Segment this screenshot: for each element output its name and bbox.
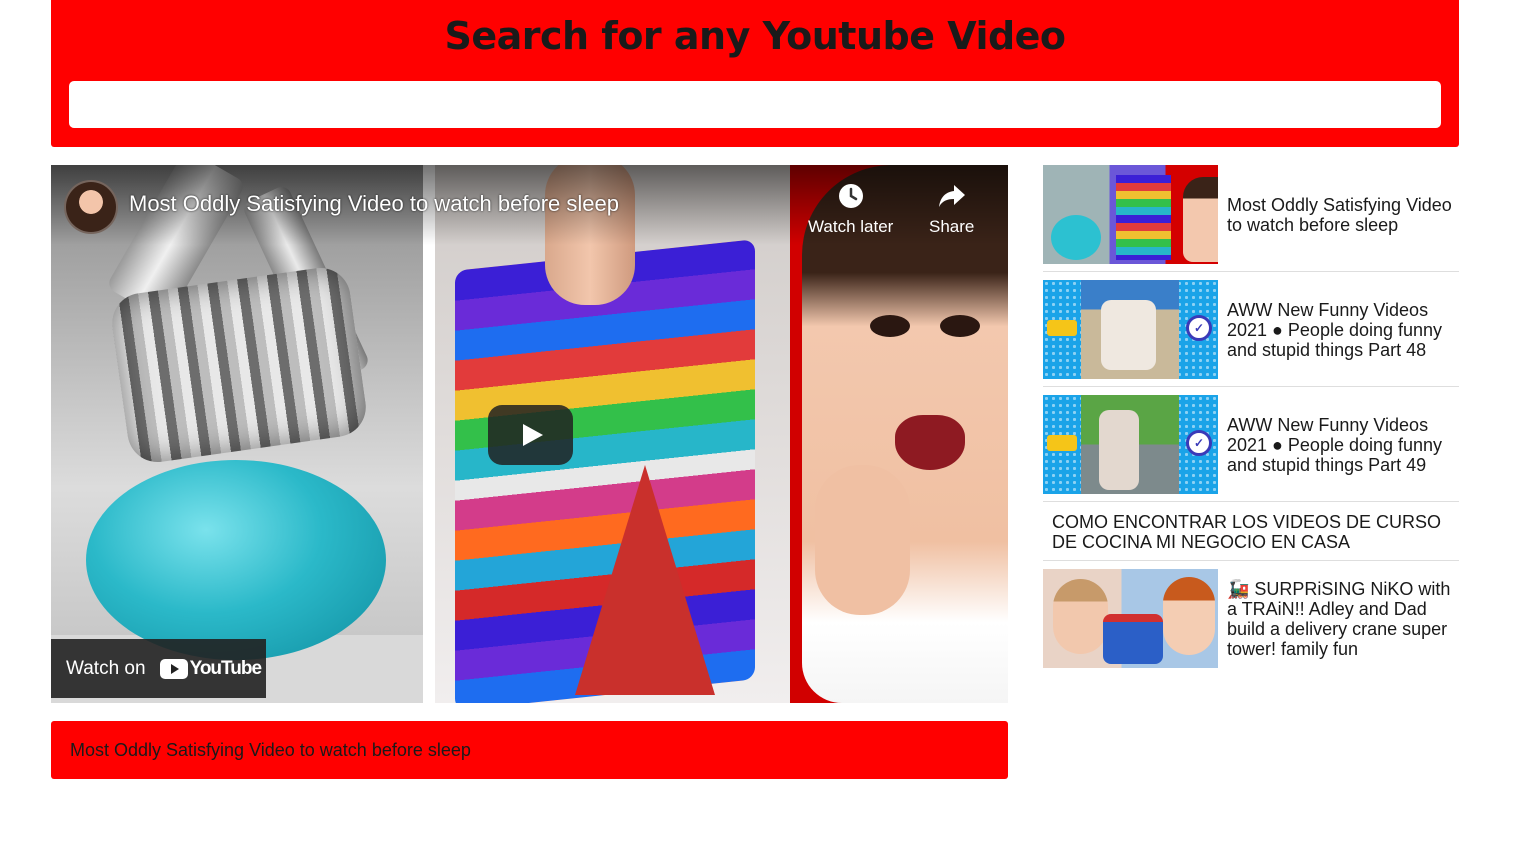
result-title[interactable]: AWW New Funny Videos 2021 ● People doing… xyxy=(1218,300,1459,360)
result-title[interactable]: 🚂 SURPRiSING NiKO with a TRAiN!! Adley a… xyxy=(1218,579,1459,659)
watch-later-button[interactable]: Watch later xyxy=(808,181,893,237)
result-title[interactable]: COMO ENCONTRAR LOS VIDEOS DE CURSO DE CO… xyxy=(1052,512,1459,552)
result-thumbnail[interactable] xyxy=(1043,165,1218,264)
result-item[interactable]: ✓ AWW New Funny Videos 2021 ● People doi… xyxy=(1043,280,1459,387)
slime-blob-graphic xyxy=(86,460,386,660)
page-title: Search for any Youtube Video xyxy=(444,14,1066,58)
thumbnail-panel-face xyxy=(790,165,1008,703)
panel-divider xyxy=(423,165,435,703)
results-list: Most Oddly Satisfying Video to watch bef… xyxy=(1043,165,1459,683)
eye-graphic xyxy=(940,315,980,337)
search-input[interactable] xyxy=(69,81,1441,128)
share-label: Share xyxy=(929,217,975,236)
share-button[interactable]: Share xyxy=(929,181,974,237)
result-title[interactable]: Most Oddly Satisfying Video to watch bef… xyxy=(1218,195,1459,235)
channel-avatar[interactable] xyxy=(64,180,118,234)
play-button[interactable] xyxy=(488,405,573,465)
result-item[interactable]: COMO ENCONTRAR LOS VIDEOS DE CURSO DE CO… xyxy=(1043,510,1459,561)
result-item[interactable]: ✓ AWW New Funny Videos 2021 ● People doi… xyxy=(1043,395,1459,502)
verified-check-icon: ✓ xyxy=(1186,315,1212,341)
mouth-graphic xyxy=(895,415,965,470)
result-item[interactable]: Most Oddly Satisfying Video to watch bef… xyxy=(1043,165,1459,272)
thumbnail-panel-roller xyxy=(51,165,423,703)
video-caption-bar: Most Oddly Satisfying Video to watch bef… xyxy=(51,721,1008,779)
spiked-roller-graphic xyxy=(108,264,370,466)
video-player[interactable]: Most Oddly Satisfying Video to watch bef… xyxy=(51,165,1008,703)
result-thumbnail[interactable]: ✓ xyxy=(1043,280,1218,379)
result-item[interactable]: 🚂 SURPRiSING NiKO with a TRAiN!! Adley a… xyxy=(1043,569,1459,675)
eye-graphic xyxy=(870,315,910,337)
watch-on-youtube-button[interactable]: Watch on YouTube xyxy=(51,639,266,698)
youtube-wordmark: YouTube xyxy=(189,657,262,679)
clock-icon xyxy=(836,181,866,211)
watch-on-label: Watch on xyxy=(66,657,146,679)
share-arrow-icon xyxy=(937,181,967,211)
youtube-logo-icon: YouTube xyxy=(159,657,262,680)
result-thumbnail[interactable]: ✓ xyxy=(1043,395,1218,494)
result-title[interactable]: AWW New Funny Videos 2021 ● People doing… xyxy=(1218,415,1459,475)
play-icon xyxy=(522,424,543,446)
verified-check-icon: ✓ xyxy=(1186,430,1212,456)
player-video-title[interactable]: Most Oddly Satisfying Video to watch bef… xyxy=(129,191,619,217)
search-header: Search for any Youtube Video xyxy=(51,0,1459,147)
caption-text: Most Oddly Satisfying Video to watch bef… xyxy=(70,739,471,760)
watch-later-label: Watch later xyxy=(808,217,894,236)
bead-pyramid-graphic xyxy=(575,465,715,695)
fist-graphic xyxy=(815,465,910,615)
result-thumbnail[interactable] xyxy=(1043,569,1218,668)
